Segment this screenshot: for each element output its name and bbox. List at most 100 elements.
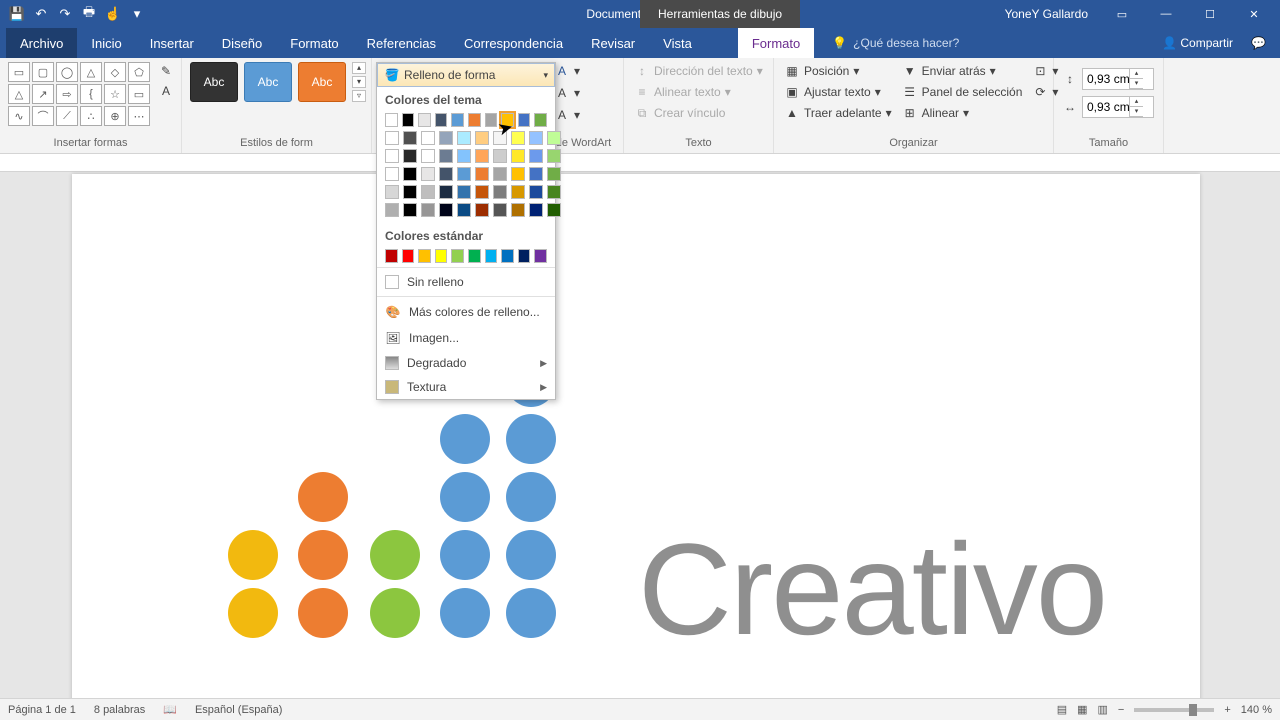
- theme-shade-swatch[interactable]: [529, 167, 543, 181]
- tab-insert[interactable]: Insertar: [136, 28, 208, 58]
- zoom-out-icon[interactable]: −: [1118, 704, 1124, 716]
- zoom-level[interactable]: 140 %: [1241, 704, 1272, 716]
- shape-circle[interactable]: [440, 472, 490, 522]
- theme-shade-swatch[interactable]: [385, 167, 399, 181]
- theme-shade-swatch[interactable]: [421, 167, 435, 181]
- undo-icon[interactable]: ↶: [30, 3, 52, 25]
- language-status[interactable]: Español (España): [195, 704, 282, 716]
- zoom-in-icon[interactable]: +: [1224, 704, 1230, 716]
- shape-circle[interactable]: [298, 588, 348, 638]
- standard-color-swatch[interactable]: [518, 249, 531, 263]
- shape-circle[interactable]: [440, 588, 490, 638]
- theme-color-swatch[interactable]: [402, 113, 415, 127]
- theme-shade-swatch[interactable]: [421, 185, 435, 199]
- ribbon-options-icon[interactable]: ▭: [1102, 0, 1142, 28]
- theme-color-swatch[interactable]: [435, 113, 448, 127]
- theme-shade-swatch[interactable]: [547, 149, 561, 163]
- page-status[interactable]: Página 1 de 1: [8, 704, 76, 716]
- theme-shade-swatch[interactable]: [439, 167, 453, 181]
- standard-color-swatch[interactable]: [418, 249, 431, 263]
- theme-shade-swatch[interactable]: [457, 149, 471, 163]
- theme-shade-swatch[interactable]: [403, 131, 417, 145]
- tell-me-search[interactable]: 💡 ¿Qué desea hacer?: [832, 28, 959, 58]
- user-name[interactable]: YoneY Gallardo: [1005, 7, 1088, 21]
- no-fill-item[interactable]: Sin relleno: [377, 270, 555, 294]
- standard-color-swatch[interactable]: [468, 249, 481, 263]
- shape-circle[interactable]: [506, 588, 556, 638]
- theme-color-swatch[interactable]: [468, 113, 481, 127]
- theme-shade-swatch[interactable]: [511, 203, 525, 217]
- theme-color-swatch[interactable]: [485, 113, 498, 127]
- standard-color-swatch[interactable]: [534, 249, 547, 263]
- shape-circle[interactable]: [506, 530, 556, 580]
- shape-circle[interactable]: [228, 588, 278, 638]
- style-swatch-2[interactable]: Abc: [244, 62, 292, 102]
- theme-color-swatch[interactable]: [501, 113, 514, 127]
- shape-fill-button[interactable]: 🪣 Relleno de forma ▾: [377, 63, 555, 87]
- standard-color-swatch[interactable]: [485, 249, 498, 263]
- document-area[interactable]: Creativo: [0, 172, 1280, 698]
- theme-color-swatch[interactable]: [385, 113, 398, 127]
- style-swatch-3[interactable]: Abc: [298, 62, 346, 102]
- comments-icon[interactable]: 💬: [1251, 36, 1266, 50]
- minimize-icon[interactable]: —: [1146, 0, 1186, 28]
- theme-shade-swatch[interactable]: [421, 149, 435, 163]
- theme-shade-swatch[interactable]: [475, 185, 489, 199]
- selection-pane-button[interactable]: ☰Panel de selección: [900, 83, 1025, 101]
- texture-item[interactable]: Textura ▶: [377, 375, 555, 399]
- proofing-icon[interactable]: 📖: [163, 703, 177, 716]
- theme-shade-swatch[interactable]: [493, 185, 507, 199]
- text-effects-button[interactable]: A▾: [552, 106, 582, 124]
- theme-shade-swatch[interactable]: [457, 203, 471, 217]
- text-box-button[interactable]: A: [156, 82, 176, 100]
- creativo-text[interactable]: Creativo: [638, 514, 1106, 664]
- shape-circle[interactable]: [440, 530, 490, 580]
- qat-more-icon[interactable]: ▾: [126, 3, 148, 25]
- theme-color-swatch[interactable]: [451, 113, 464, 127]
- theme-shade-swatch[interactable]: [439, 131, 453, 145]
- edit-shape-button[interactable]: ✎: [156, 62, 176, 80]
- style-swatch-1[interactable]: Abc: [190, 62, 238, 102]
- theme-shade-swatch[interactable]: [547, 185, 561, 199]
- theme-shade-swatch[interactable]: [511, 149, 525, 163]
- theme-shade-swatch[interactable]: [457, 167, 471, 181]
- send-back-button[interactable]: ▼Enviar atrás ▾: [900, 62, 1025, 80]
- theme-shade-swatch[interactable]: [511, 185, 525, 199]
- tab-mail[interactable]: Correspondencia: [450, 28, 577, 58]
- close-icon[interactable]: ✕: [1234, 0, 1274, 28]
- touch-icon[interactable]: ☝: [102, 3, 124, 25]
- theme-shade-swatch[interactable]: [511, 167, 525, 181]
- align-button[interactable]: ⊞Alinear ▾: [900, 104, 1025, 122]
- text-fill-button[interactable]: A▾: [552, 62, 582, 80]
- gallery-up-icon[interactable]: ▴: [352, 62, 366, 74]
- share-button[interactable]: 👤 Compartir: [1162, 36, 1233, 50]
- theme-shade-swatch[interactable]: [439, 149, 453, 163]
- view-web-icon[interactable]: ▥: [1098, 703, 1108, 716]
- shape-circle[interactable]: [370, 530, 420, 580]
- theme-shade-swatch[interactable]: [547, 203, 561, 217]
- horizontal-ruler[interactable]: [0, 154, 1280, 172]
- theme-shade-swatch[interactable]: [529, 203, 543, 217]
- theme-shade-swatch[interactable]: [493, 149, 507, 163]
- theme-shade-swatch[interactable]: [475, 167, 489, 181]
- shape-circle[interactable]: [298, 472, 348, 522]
- theme-shade-swatch[interactable]: [529, 185, 543, 199]
- gallery-more-icon[interactable]: ▿: [352, 90, 366, 102]
- shape-circle[interactable]: [506, 472, 556, 522]
- shape-circle[interactable]: [228, 530, 278, 580]
- theme-shade-swatch[interactable]: [547, 131, 561, 145]
- theme-shade-swatch[interactable]: [385, 185, 399, 199]
- theme-color-swatch[interactable]: [418, 113, 431, 127]
- more-colors-item[interactable]: 🎨 Más colores de relleno...: [377, 299, 555, 325]
- theme-shade-swatch[interactable]: [529, 131, 543, 145]
- theme-shade-swatch[interactable]: [385, 203, 399, 217]
- theme-shade-swatch[interactable]: [457, 131, 471, 145]
- standard-color-swatch[interactable]: [501, 249, 514, 263]
- theme-shade-swatch[interactable]: [385, 131, 399, 145]
- theme-shade-swatch[interactable]: [439, 203, 453, 217]
- wrap-text-button[interactable]: ▣Ajustar texto ▾: [782, 83, 894, 101]
- tab-file[interactable]: Archivo: [6, 28, 77, 58]
- theme-shade-swatch[interactable]: [547, 167, 561, 181]
- print-icon[interactable]: 🖶: [78, 3, 100, 25]
- theme-shade-swatch[interactable]: [493, 203, 507, 217]
